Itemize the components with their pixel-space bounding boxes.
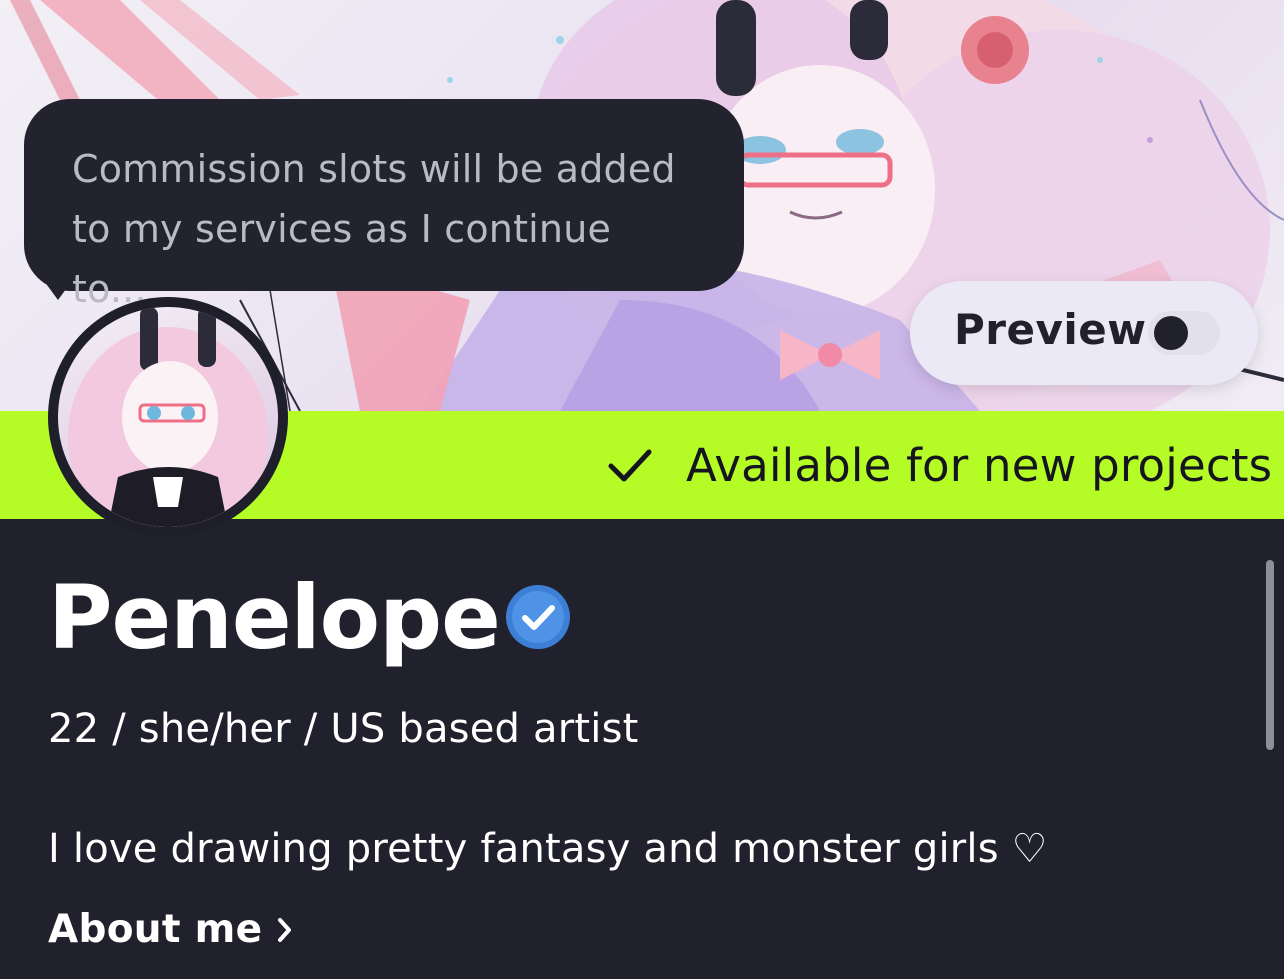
- preview-toggle-switch[interactable]: [1148, 311, 1220, 355]
- preview-toggle-button[interactable]: Preview: [910, 281, 1258, 385]
- chevron-right-icon: [278, 917, 292, 942]
- commission-note-bubble[interactable]: Commission slots will be added to my ser…: [24, 99, 744, 311]
- commission-note-text: Commission slots will be added to my ser…: [72, 147, 676, 311]
- bubble-tail: [36, 270, 80, 300]
- preview-label: Preview: [954, 305, 1147, 354]
- toggle-knob: [1154, 316, 1188, 350]
- scrollbar[interactable]: [1266, 560, 1274, 750]
- avatar-image: [58, 307, 278, 527]
- about-me-label: About me: [48, 907, 263, 952]
- profile-meta: 22 / she/her / US based artist: [48, 706, 639, 752]
- checkmark-icon: [608, 449, 652, 482]
- avatar[interactable]: [48, 297, 288, 537]
- profile-name: Penelope: [48, 566, 501, 669]
- verified-badge-icon: [506, 585, 570, 649]
- profile-bio: I love drawing pretty fantasy and monste…: [48, 826, 1048, 872]
- availability-status: Available for new projects: [686, 439, 1273, 492]
- about-me-link[interactable]: About me: [48, 907, 294, 952]
